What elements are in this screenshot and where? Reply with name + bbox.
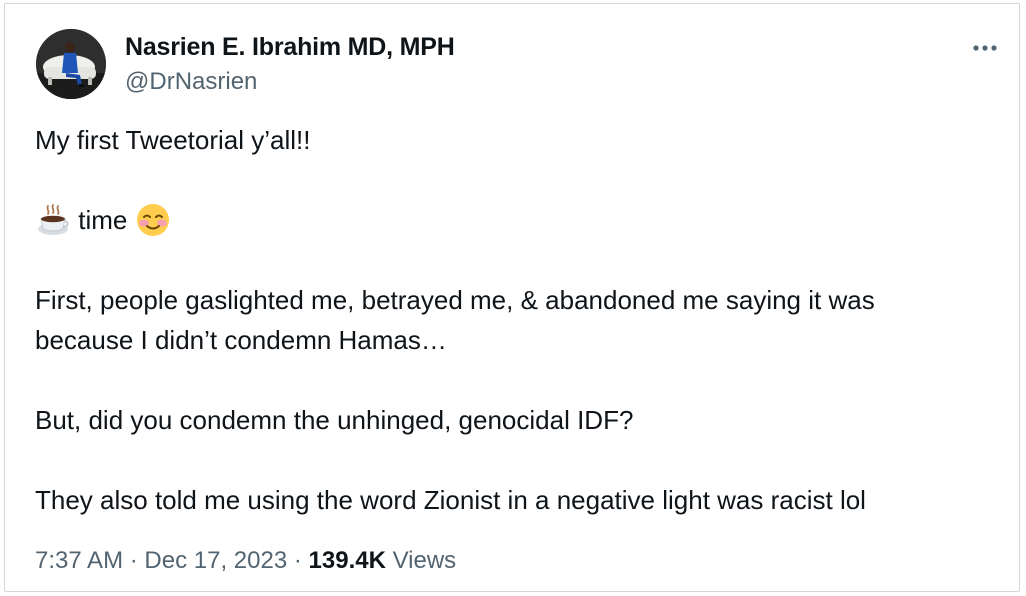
hot-beverage-icon: [35, 202, 71, 238]
tweet-date[interactable]: Dec 17, 2023: [144, 547, 287, 574]
tweet-line: They also told me using the word Zionist…: [35, 485, 866, 515]
more-options-button[interactable]: [965, 34, 1005, 58]
ellipsis-icon: [973, 45, 997, 51]
smiling-face-icon: [135, 202, 171, 238]
author-display-name[interactable]: Nasrien E. Ibrahim MD, MPH: [125, 33, 455, 62]
tweet-line: My first Tweetorial y’all!!: [35, 125, 311, 155]
tweet-line: But, did you condemn the unhinged, genoc…: [35, 405, 634, 435]
tweet-line: First, people gaslighted me, betrayed me…: [35, 285, 875, 315]
meta-separator: ·: [293, 547, 302, 574]
avatar[interactable]: [36, 29, 106, 99]
tweet-meta: 7:37 AM · Dec 17, 2023 · 139.4K Views: [35, 547, 456, 575]
tweet-inline-text: time: [78, 205, 128, 235]
views-count[interactable]: 139.4K: [309, 547, 386, 574]
tweet-card: Nasrien E. Ibrahim MD, MPH @DrNasrien My…: [4, 3, 1020, 592]
tweet-line: because I didn’t condemn Hamas…: [35, 325, 447, 355]
author-handle[interactable]: @DrNasrien: [125, 68, 257, 96]
tweet-time[interactable]: 7:37 AM: [35, 547, 123, 574]
tweet-line: time: [35, 200, 995, 240]
meta-separator: ·: [129, 547, 138, 574]
profile-photo-icon: [36, 29, 106, 99]
tweet-text: My first Tweetorial y’all!! time First, …: [35, 120, 995, 520]
views-label: Views: [392, 547, 457, 574]
